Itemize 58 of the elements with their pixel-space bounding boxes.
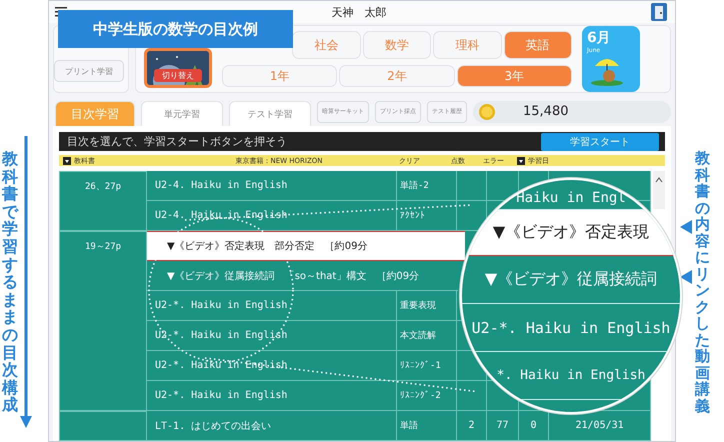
points-value: 15,480 — [523, 104, 568, 119]
subject-tab[interactable]: 英語 — [504, 31, 572, 59]
lesson-type-cell: ｱｸｾﾝﾄ — [397, 201, 457, 230]
vertical-caption: 教科書で学習するままの目次構成 — [2, 150, 18, 416]
lesson-type-cell: ﾘｽﾆﾝｸﾞ-1 — [397, 351, 457, 380]
lesson-type-cell: ﾘｽﾆﾝｸﾞ-2 — [397, 381, 457, 410]
lesson-row[interactable]: U2-*. Haiku in English 重要表現 — [147, 291, 457, 321]
lesson-title-cell: U2-*. Haiku in English — [147, 321, 397, 350]
subject-tab[interactable]: 社会 — [292, 31, 361, 59]
study-tab[interactable]: 単元学習 — [141, 101, 223, 126]
video-title: ▼《ビデオ》従属接続詞 「so～that」構文 — [166, 270, 366, 282]
subject-tab[interactable]: 数学 — [362, 31, 432, 59]
vertical-caption: 教科書の内容にリンクした動画講義 — [695, 150, 710, 416]
sort-icon[interactable] — [63, 156, 71, 165]
user-name: 天神 太郎 — [332, 4, 386, 20]
print-study-button[interactable]: プリント学習 — [54, 60, 124, 82]
start-button[interactable]: 学習スタート — [541, 132, 659, 151]
scroll-up-icon[interactable] — [655, 177, 664, 183]
scene-card[interactable]: 切り替え — [144, 48, 212, 88]
lesson-row[interactable]: U2-*. Haiku in English ﾘｽﾆﾝｸﾞ-2 — [147, 381, 457, 411]
lesson-title-cell: U2-*. Haiku in English — [147, 291, 397, 320]
left-pointer-icon — [680, 220, 692, 234]
left-pointer-icon — [680, 270, 692, 284]
lesson-row[interactable]: U2-4. Haiku in English 単語-2 — [147, 171, 457, 201]
subject-tab[interactable]: 理科 — [433, 31, 502, 59]
lesson-title-cell: LT-1. はじめての出会い — [147, 411, 397, 440]
grade-tab[interactable]: 3年 — [456, 65, 572, 87]
down-arrow-icon — [20, 136, 32, 428]
study-tab[interactable]: 目次学習 — [55, 101, 135, 126]
grade-tab[interactable]: 1年 — [222, 65, 338, 87]
lesson-type-cell: 本文読解 — [397, 321, 457, 350]
calendar-month: 6月 — [587, 29, 612, 47]
instruction-text: 目次を選んで、学習スタートボタンを押そう — [67, 134, 287, 150]
switch-button[interactable]: 切り替え — [154, 69, 202, 82]
door-icon[interactable] — [651, 3, 667, 21]
sort-icon[interactable] — [517, 156, 525, 165]
video-duration: ［約09分 — [324, 240, 368, 253]
lesson-row[interactable]: LT-1. はじめての出会い 単語 — [147, 411, 457, 441]
study-tab[interactable]: テスト学習 — [229, 101, 311, 126]
magnified-row-text: ▼《ビデオ》否定表現 — [492, 222, 650, 243]
magnified-row-text: U2-*. Haiku in English — [472, 318, 670, 336]
title-badge: 中学生版の数学の目次例 — [58, 10, 293, 48]
magnified-row-text: Haiku in Engl — [516, 190, 626, 206]
lesson-row[interactable]: U2-*. Haiku in English 本文読解 — [147, 321, 457, 351]
clear-cell: 2 — [457, 411, 487, 440]
lesson-title-cell: U2-*. Haiku in English — [147, 381, 397, 410]
lesson-type-cell: 重要表現 — [397, 291, 457, 320]
lesson-title-cell: U2-4. Haiku in English — [147, 171, 397, 200]
magnified-row-text: *. Haiku in English — [496, 368, 646, 383]
lesson-type-cell: 単語-2 — [397, 171, 457, 200]
magnified-row-text: ▼《ビデオ》従属接続詞 — [484, 269, 658, 290]
lesson-type-cell: 単語 — [397, 411, 457, 440]
grade-tab[interactable]: 2年 — [339, 65, 455, 87]
page-cell: 26、27p — [59, 171, 147, 231]
video-duration: ［約09分 — [376, 270, 420, 282]
coin-icon — [479, 104, 495, 120]
page-cell: 19～27p — [59, 231, 147, 411]
score-cell: 77 — [487, 411, 519, 440]
